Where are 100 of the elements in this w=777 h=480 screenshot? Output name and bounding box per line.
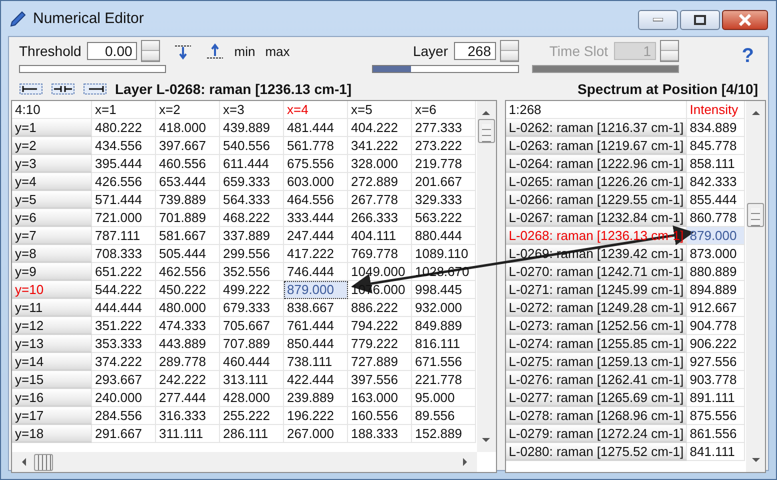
table-cell: 505.444 — [156, 245, 220, 263]
threshold-slider[interactable] — [19, 65, 166, 73]
arrow-left-icon[interactable] — [19, 82, 43, 96]
help-button[interactable]: ? — [742, 45, 754, 68]
collapse-icon[interactable] — [51, 82, 75, 96]
row-header[interactable]: L-0280: raman [1275.52 cm-1] — [506, 443, 687, 461]
maximize-icon — [694, 15, 706, 25]
table-cell: 787.111 — [92, 227, 156, 245]
table-cell: 428.000 — [220, 389, 284, 407]
table-cell: 351.222 — [92, 317, 156, 335]
arrow-right-icon[interactable] — [83, 82, 107, 96]
column-header[interactable]: x=2 — [156, 101, 220, 119]
row-header[interactable]: L-0275: raman [1259.13 cm-1] — [506, 353, 687, 371]
threshold-label: Threshold — [19, 43, 82, 59]
table-cell: 651.222 — [92, 263, 156, 281]
row-header[interactable]: y=10 — [12, 281, 92, 299]
table-cell: 834.889 — [686, 119, 745, 137]
column-header[interactable]: x=3 — [220, 101, 284, 119]
table-cell: 675.556 — [284, 155, 348, 173]
table-cell: 564.333 — [220, 191, 284, 209]
spin-buttons[interactable] — [500, 40, 519, 62]
row-header[interactable]: L-0276: raman [1262.41 cm-1] — [506, 371, 687, 389]
table-cell: 341.222 — [348, 137, 412, 155]
row-header[interactable]: L-0267: raman [1232.84 cm-1] — [506, 209, 687, 227]
column-header[interactable]: x=4 — [284, 101, 348, 119]
row-header[interactable]: y=11 — [12, 299, 92, 317]
table-cell: 727.889 — [348, 353, 412, 371]
close-button[interactable] — [722, 10, 768, 30]
spin-buttons[interactable] — [660, 40, 679, 62]
arrow-up-icon[interactable] — [206, 42, 224, 60]
layer-slider[interactable] — [372, 65, 519, 73]
row-header[interactable]: y=18 — [12, 425, 92, 443]
row-header[interactable]: y=17 — [12, 407, 92, 425]
row-header[interactable]: L-0274: raman [1255.85 cm-1] — [506, 335, 687, 353]
table-cell: 352.556 — [220, 263, 284, 281]
row-header[interactable]: y=9 — [12, 263, 92, 281]
row-header[interactable]: y=2 — [12, 137, 92, 155]
horizontal-scrollbar[interactable] — [12, 452, 477, 472]
column-header[interactable]: x=1 — [92, 101, 156, 119]
row-header[interactable]: y=7 — [12, 227, 92, 245]
row-header[interactable]: L-0278: raman [1268.96 cm-1] — [506, 407, 687, 425]
row-header[interactable]: y=15 — [12, 371, 92, 389]
layer-field[interactable]: 268 — [454, 42, 496, 60]
table-cell: 188.333 — [348, 425, 412, 443]
table-cell: 255.222 — [220, 407, 284, 425]
row-header[interactable]: y=12 — [12, 317, 92, 335]
row-header[interactable]: L-0273: raman [1252.56 cm-1] — [506, 317, 687, 335]
row-header[interactable]: L-0264: raman [1222.96 cm-1] — [506, 155, 687, 173]
table-cell: 464.556 — [284, 191, 348, 209]
table-cell: 333.444 — [284, 209, 348, 227]
row-header[interactable]: L-0262: raman [1216.37 cm-1] — [506, 119, 687, 137]
table-cell: 927.556 — [686, 353, 745, 371]
column-header[interactable]: x=5 — [348, 101, 412, 119]
table-cell: 397.556 — [348, 371, 412, 389]
table-cell: 858.111 — [686, 155, 745, 173]
max-label: max — [265, 44, 290, 58]
column-header: Intensity — [686, 101, 745, 119]
table-cell: 721.000 — [92, 209, 156, 227]
table-cell: 611.444 — [220, 155, 284, 173]
table-cell: 286.111 — [220, 425, 284, 443]
threshold-field[interactable]: 0.00 — [87, 42, 138, 60]
maximize-button[interactable] — [680, 10, 720, 30]
row-header[interactable]: L-0265: raman [1226.26 cm-1] — [506, 173, 687, 191]
vertical-scrollbar[interactable] — [476, 101, 496, 452]
corner-cell: 1:268 — [506, 101, 687, 119]
table-cell: 289.778 — [156, 353, 220, 371]
table-cell: 239.889 — [284, 389, 348, 407]
table-cell: 603.000 — [284, 173, 348, 191]
row-header[interactable]: L-0272: raman [1249.28 cm-1] — [506, 299, 687, 317]
row-header[interactable]: y=3 — [12, 155, 92, 173]
row-header[interactable]: y=4 — [12, 173, 92, 191]
row-header[interactable]: y=1 — [12, 119, 92, 137]
table-cell: 443.889 — [156, 335, 220, 353]
table-cell: 291.667 — [92, 425, 156, 443]
table-cell: 540.556 — [220, 137, 284, 155]
table-cell: 879.000 — [686, 227, 745, 245]
row-header[interactable]: y=13 — [12, 335, 92, 353]
row-header[interactable]: L-0266: raman [1229.55 cm-1] — [506, 191, 687, 209]
row-header[interactable]: y=6 — [12, 209, 92, 227]
vertical-scrollbar[interactable] — [746, 101, 765, 472]
table-cell: 779.222 — [348, 335, 412, 353]
row-header[interactable]: L-0263: raman [1219.67 cm-1] — [506, 137, 687, 155]
row-header[interactable]: y=16 — [12, 389, 92, 407]
row-header[interactable]: y=14 — [12, 353, 92, 371]
table-cell: 374.222 — [92, 353, 156, 371]
table-cell: 277.333 — [412, 119, 476, 137]
table-cell: 932.000 — [412, 299, 476, 317]
row-header[interactable]: y=8 — [12, 245, 92, 263]
minimize-button[interactable] — [638, 10, 678, 30]
column-header[interactable]: x=6 — [412, 101, 476, 119]
table-cell: 875.556 — [686, 407, 745, 425]
table-cell: 247.444 — [284, 227, 348, 245]
row-header[interactable]: L-0270: raman [1242.71 cm-1] — [506, 263, 687, 281]
spin-buttons[interactable] — [141, 40, 160, 62]
row-header[interactable]: L-0279: raman [1272.24 cm-1] — [506, 425, 687, 443]
table-cell: 462.556 — [156, 263, 220, 281]
row-header[interactable]: L-0271: raman [1245.99 cm-1] — [506, 281, 687, 299]
row-header[interactable]: L-0277: raman [1265.69 cm-1] — [506, 389, 687, 407]
row-header[interactable]: y=5 — [12, 191, 92, 209]
table-cell: 906.222 — [686, 335, 745, 353]
